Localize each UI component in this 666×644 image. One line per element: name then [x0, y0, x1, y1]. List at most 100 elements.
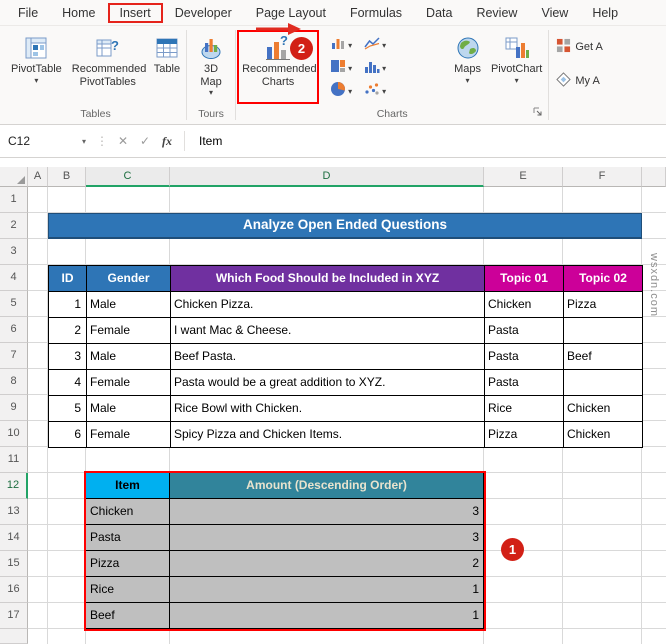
cell[interactable]: Chicken [564, 396, 643, 422]
cell[interactable]: Rice [86, 577, 170, 603]
statistic-chart-button[interactable]: ▾ [363, 57, 397, 80]
row-header-2[interactable]: 2 [0, 213, 28, 239]
column-header-a[interactable]: A [28, 167, 48, 187]
name-box[interactable]: C12 ▾ [0, 125, 92, 157]
tab-review[interactable]: Review [464, 3, 529, 23]
cell[interactable]: Pizza [564, 292, 643, 318]
cell-header-topic01[interactable]: Topic 01 [485, 266, 564, 292]
pie-chart-button[interactable]: ▾ [329, 80, 363, 103]
cell[interactable]: 3 [49, 344, 87, 370]
column-header-b[interactable]: B [48, 167, 86, 187]
row-header-3[interactable]: 3 [0, 239, 28, 265]
row-header-6[interactable]: 6 [0, 317, 28, 343]
column-header-d[interactable]: D [170, 167, 484, 187]
cell[interactable]: Pasta would be a great addition to XYZ. [171, 370, 485, 396]
cell-header-amount[interactable]: Amount (Descending Order) [170, 473, 484, 499]
cell[interactable]: 2 [170, 551, 484, 577]
cell[interactable]: Female [87, 370, 171, 396]
3d-map-button[interactable]: 3D Map ▾ [188, 30, 234, 100]
cell[interactable]: Pasta [485, 370, 564, 396]
cell[interactable]: 2 [49, 318, 87, 344]
row-header-17[interactable]: 17 [0, 603, 28, 629]
row-header-partial[interactable] [0, 629, 28, 644]
cell[interactable]: Male [87, 344, 171, 370]
sheet-title-cell[interactable]: Analyze Open Ended Questions [48, 213, 642, 239]
cell[interactable]: 1 [170, 603, 484, 629]
cell[interactable]: 6 [49, 422, 87, 448]
cell[interactable]: 5 [49, 396, 87, 422]
cell[interactable]: 1 [49, 292, 87, 318]
cell[interactable]: 3 [170, 525, 484, 551]
cell[interactable]: Pasta [86, 525, 170, 551]
row-header-13[interactable]: 13 [0, 499, 28, 525]
cell[interactable]: Beef [86, 603, 170, 629]
get-addins-button[interactable]: Get A [556, 38, 626, 56]
cell-header-id[interactable]: ID [49, 266, 87, 292]
row-header-5[interactable]: 5 [0, 291, 28, 317]
cell[interactable]: Chicken [86, 499, 170, 525]
my-addins-button[interactable]: My A [556, 72, 626, 90]
cancel-icon[interactable]: ✕ [112, 134, 134, 148]
table-button[interactable]: Table [149, 30, 185, 79]
cell[interactable] [564, 370, 643, 396]
pivotchart-button[interactable]: PivotChart ▾ [486, 30, 547, 88]
cell[interactable]: Female [87, 318, 171, 344]
cell-header-item[interactable]: Item [86, 473, 170, 499]
cell[interactable]: Pizza [86, 551, 170, 577]
cell[interactable]: Beef [564, 344, 643, 370]
row-header-14[interactable]: 14 [0, 525, 28, 551]
cell[interactable]: 4 [49, 370, 87, 396]
chevron-down-icon[interactable]: ▾ [82, 137, 92, 146]
cell[interactable]: Male [87, 292, 171, 318]
column-header-e[interactable]: E [484, 167, 563, 187]
row-header-4[interactable]: 4 [0, 265, 28, 291]
pivottable-button[interactable]: PivotTable ▾ [6, 30, 67, 88]
row-header-7[interactable]: 7 [0, 343, 28, 369]
insert-function-icon[interactable]: fx [156, 134, 178, 149]
tab-insert[interactable]: Insert [107, 2, 163, 23]
tab-help[interactable]: Help [580, 3, 630, 23]
column-chart-button[interactable]: ▾ [329, 34, 363, 57]
maps-button[interactable]: Maps ▾ [449, 30, 486, 88]
tab-home[interactable]: Home [50, 3, 107, 23]
cell[interactable]: I want Mac & Cheese. [171, 318, 485, 344]
cell[interactable]: Beef Pasta. [171, 344, 485, 370]
tab-developer[interactable]: Developer [163, 3, 244, 23]
cell[interactable]: 1 [170, 577, 484, 603]
row-header-12[interactable]: 12 [0, 473, 28, 499]
cell[interactable]: Chicken [564, 422, 643, 448]
row-header-16[interactable]: 16 [0, 577, 28, 603]
cell[interactable]: Rice [485, 396, 564, 422]
cell-header-question[interactable]: Which Food Should be Included in XYZ [171, 266, 485, 292]
scatter-chart-button[interactable]: ▾ [363, 80, 397, 103]
cell[interactable]: Pasta [485, 344, 564, 370]
cell[interactable]: Spicy Pizza and Chicken Items. [171, 422, 485, 448]
cell[interactable] [564, 318, 643, 344]
cell[interactable]: Pizza [485, 422, 564, 448]
line-chart-button[interactable]: ▾ [363, 34, 397, 57]
cell[interactable]: Rice Bowl with Chicken. [171, 396, 485, 422]
column-header-partial[interactable] [642, 167, 666, 187]
cell[interactable]: 3 [170, 499, 484, 525]
hierarchy-chart-button[interactable]: ▾ [329, 57, 363, 80]
row-header-15[interactable]: 15 [0, 551, 28, 577]
charts-dialog-launcher-icon[interactable] [532, 104, 543, 122]
tab-file[interactable]: File [6, 3, 50, 23]
cell-header-topic02[interactable]: Topic 02 [564, 266, 643, 292]
recommended-pivottables-button[interactable]: ? Recommended PivotTables [67, 30, 149, 91]
tab-formulas[interactable]: Formulas [338, 3, 414, 23]
column-header-f[interactable]: F [563, 167, 642, 187]
cell[interactable]: Male [87, 396, 171, 422]
row-header-8[interactable]: 8 [0, 369, 28, 395]
row-header-9[interactable]: 9 [0, 395, 28, 421]
cell[interactable]: Pasta [485, 318, 564, 344]
tab-page-layout[interactable]: Page Layout [244, 3, 338, 23]
row-header-11[interactable]: 11 [0, 447, 28, 473]
enter-icon[interactable]: ✓ [134, 134, 156, 148]
tab-view[interactable]: View [529, 3, 580, 23]
cell-header-gender[interactable]: Gender [87, 266, 171, 292]
select-all-button[interactable] [0, 167, 28, 187]
row-header-1[interactable]: 1 [0, 187, 28, 213]
tab-data[interactable]: Data [414, 3, 464, 23]
cell[interactable]: Chicken Pizza. [171, 292, 485, 318]
